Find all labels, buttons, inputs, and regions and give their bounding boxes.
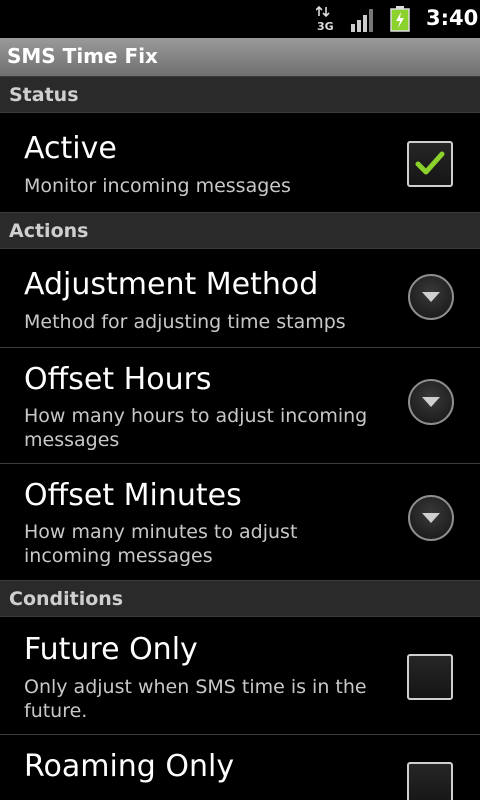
chevron-down-icon [422, 292, 440, 302]
pref-title: Roaming Only [24, 749, 235, 784]
pref-active[interactable]: Active Monitor incoming messages [0, 113, 480, 212]
pref-future-only[interactable]: Future Only Only adjust when SMS time is… [0, 617, 480, 735]
pref-roaming-only[interactable]: Roaming Only [0, 735, 480, 800]
check-mark-icon [415, 151, 445, 175]
adjustment-method-dropdown-button[interactable] [408, 274, 454, 320]
pref-summary: How many minutes to adjust incoming mess… [24, 521, 298, 567]
roaming-only-checkbox[interactable] [407, 762, 453, 800]
offset-hours-dropdown-button[interactable] [408, 379, 454, 425]
future-only-checkbox[interactable] [407, 654, 453, 700]
data-transfer-icon: 3G [316, 6, 334, 32]
category-label: Actions [9, 220, 89, 242]
pref-title: Offset Hours [24, 362, 212, 397]
battery-charging-icon [390, 6, 410, 32]
pref-offset-minutes[interactable]: Offset Minutes How many minutes to adjus… [0, 464, 480, 580]
pref-adjustment-method[interactable]: Adjustment Method Method for adjusting t… [0, 249, 480, 348]
title-bar: SMS Time Fix [0, 38, 480, 76]
chevron-down-icon [422, 513, 440, 523]
pref-summary: Method for adjusting time stamps [24, 311, 346, 333]
status-clock: 3:40 [426, 6, 479, 30]
svg-text:3G: 3G [317, 20, 334, 32]
active-checkbox[interactable] [407, 141, 453, 187]
category-actions: Actions [0, 212, 480, 249]
pref-title: Future Only [24, 632, 198, 667]
signal-strength-icon [351, 9, 373, 32]
pref-offset-hours[interactable]: Offset Hours How many hours to adjust in… [0, 348, 480, 464]
category-status: Status [0, 76, 480, 113]
category-conditions: Conditions [0, 580, 480, 617]
chevron-down-icon [422, 397, 440, 407]
pref-title: Adjustment Method [24, 267, 319, 302]
pref-title: Active [24, 131, 117, 166]
pref-summary: Only adjust when SMS time is in the futu… [24, 676, 367, 722]
pref-summary: Monitor incoming messages [24, 175, 291, 197]
pref-title: Offset Minutes [24, 478, 242, 513]
status-bar: 3G 3:40 [0, 0, 480, 38]
category-label: Conditions [9, 588, 124, 610]
pref-summary: How many hours to adjust incoming messag… [24, 405, 368, 451]
offset-minutes-dropdown-button[interactable] [408, 495, 454, 541]
app-title: SMS Time Fix [7, 44, 158, 68]
category-label: Status [9, 84, 79, 106]
